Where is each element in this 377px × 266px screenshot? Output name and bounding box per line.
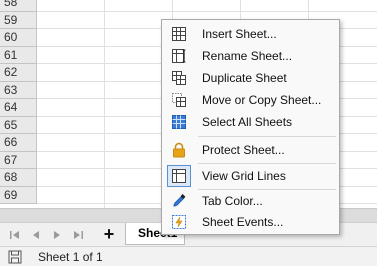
grid-lines-icon	[171, 168, 187, 184]
last-sheet-icon[interactable]	[71, 228, 85, 242]
row-header[interactable]: 65	[0, 116, 37, 134]
grid-row[interactable]: 58	[0, 0, 377, 12]
move-copy-sheet-icon	[171, 92, 187, 108]
menu-item-label: Protect Sheet...	[202, 143, 285, 157]
menu-item-select-all-sheets[interactable]: Select All Sheets	[163, 111, 338, 133]
row-header[interactable]: 60	[0, 29, 37, 47]
sheet-count-status: Sheet 1 of 1	[38, 250, 103, 264]
first-sheet-icon[interactable]	[8, 228, 22, 242]
tab-color-icon	[171, 193, 187, 209]
menu-item-view-grid-lines[interactable]: View Grid Lines	[163, 165, 338, 187]
menu-item-label: Duplicate Sheet	[202, 71, 287, 85]
status-bar: Sheet 1 of 1	[0, 246, 377, 266]
menu-item-label: Tab Color...	[202, 194, 263, 208]
row-header[interactable]: 63	[0, 81, 37, 99]
menu-item-label: Rename Sheet...	[202, 49, 293, 63]
menu-item-move-copy-sheet[interactable]: Move or Copy Sheet...	[163, 89, 338, 111]
menu-item-label: Move or Copy Sheet...	[202, 93, 322, 107]
row-header[interactable]: 67	[0, 151, 37, 169]
menu-item-rename-sheet[interactable]: Rename Sheet...	[163, 45, 338, 67]
next-sheet-icon[interactable]	[50, 228, 64, 242]
add-sheet-button[interactable]: +	[100, 224, 118, 244]
row-header[interactable]: 61	[0, 46, 37, 64]
menu-separator	[198, 163, 336, 164]
menu-item-label: Select All Sheets	[202, 115, 293, 129]
row-header[interactable]: 58	[0, 0, 37, 12]
duplicate-sheet-icon	[171, 70, 187, 86]
row-header[interactable]: 69	[0, 186, 37, 204]
previous-sheet-icon[interactable]	[29, 228, 43, 242]
sheet-events-icon	[171, 214, 187, 230]
row-header[interactable]: 64	[0, 99, 37, 117]
insert-sheet-icon	[171, 26, 187, 42]
sheet-context-menu: Insert Sheet... Rename Sheet... Duplicat…	[161, 19, 340, 235]
rename-sheet-icon	[171, 48, 187, 64]
row-header[interactable]: 62	[0, 64, 37, 82]
row-header[interactable]: 59	[0, 11, 37, 29]
menu-item-label: Insert Sheet...	[202, 27, 277, 41]
menu-item-duplicate-sheet[interactable]: Duplicate Sheet	[163, 67, 338, 89]
lock-icon	[171, 142, 187, 158]
menu-item-sheet-events[interactable]: Sheet Events...	[163, 211, 338, 233]
menu-item-tab-color[interactable]: Tab Color...	[163, 190, 338, 212]
document-modified-icon[interactable]	[8, 250, 22, 266]
row-header[interactable]: 66	[0, 134, 37, 152]
row-header[interactable]: 68	[0, 169, 37, 187]
menu-separator	[198, 136, 336, 137]
select-all-sheets-icon	[171, 114, 187, 130]
menu-item-label: View Grid Lines	[202, 169, 286, 183]
menu-item-protect-sheet[interactable]: Protect Sheet...	[163, 139, 338, 161]
menu-item-insert-sheet[interactable]: Insert Sheet...	[163, 23, 338, 45]
menu-item-label: Sheet Events...	[202, 215, 284, 229]
